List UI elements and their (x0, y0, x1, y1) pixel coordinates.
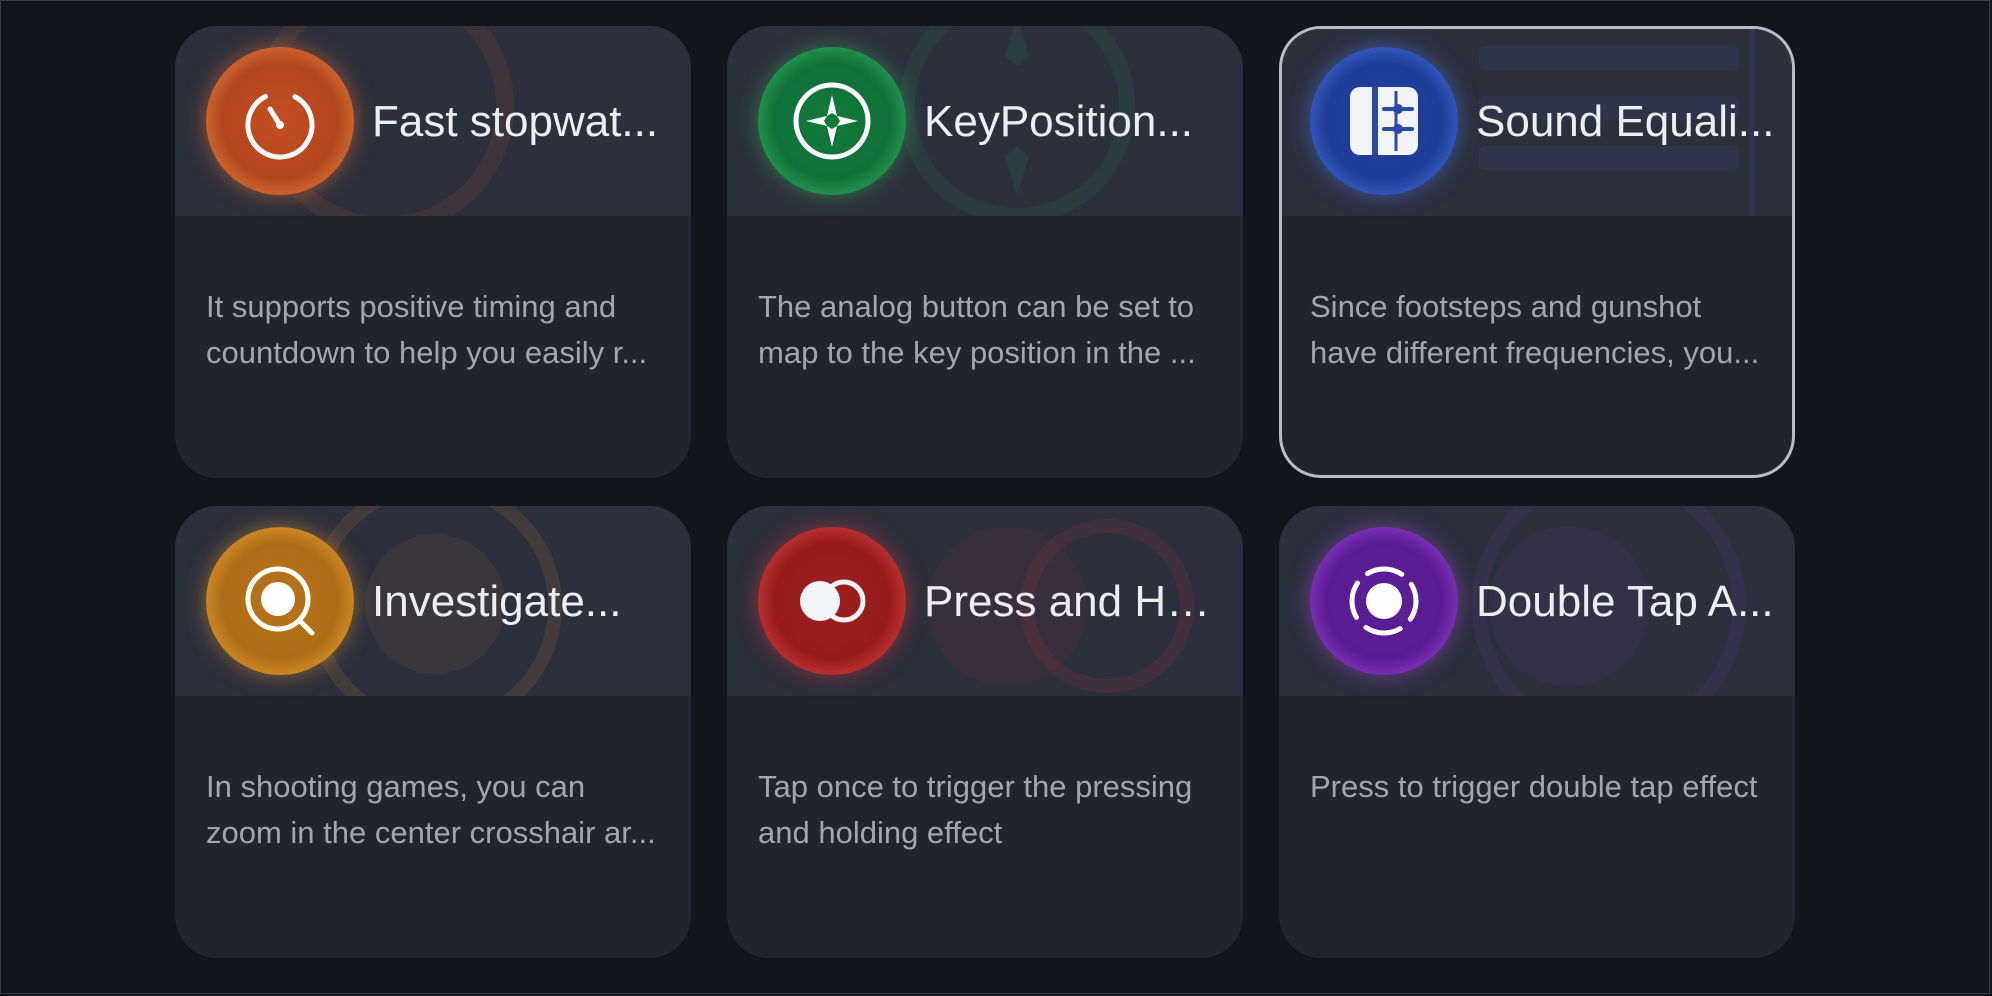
tool-card-fast-stopwatch[interactable]: Fast stopwat... It supports positive tim… (175, 26, 691, 478)
tool-card-key-position[interactable]: KeyPosition... The analog button can be … (727, 26, 1243, 478)
card-description: Press to trigger double tap effect (1310, 769, 1758, 804)
card-description: Tap once to trigger the pressing and hol… (758, 769, 1193, 850)
press-hold-icon (758, 527, 906, 675)
card-title: Investigate... (372, 577, 622, 626)
double-tap-icon (1310, 527, 1458, 675)
joystick-icon (758, 47, 906, 195)
card-title: Double Tap A... (1476, 577, 1774, 626)
card-title: Sound Equali... (1476, 97, 1775, 146)
card-description: The analog button can be set to map to t… (758, 289, 1196, 370)
card-description: It supports positive timing and countdow… (206, 289, 648, 370)
tool-card-double-tap[interactable]: Double Tap A... Press to trigger double … (1279, 506, 1795, 958)
tool-card-sound-equalizer[interactable]: Sound Equali... Since footsteps and guns… (1279, 26, 1795, 478)
card-title: Press and Ho... (924, 577, 1224, 626)
equalizer-icon (1310, 47, 1458, 195)
tool-card-press-and-hold[interactable]: Press and Ho... Tap once to trigger the … (727, 506, 1243, 958)
tool-card-investigate[interactable]: Investigate... In shooting games, you ca… (175, 506, 691, 958)
card-description: Since footsteps and gunshot have differe… (1310, 289, 1760, 370)
card-title: KeyPosition... (924, 97, 1194, 146)
card-title: Fast stopwat... (372, 97, 659, 146)
tool-grid: Fast stopwat... It supports positive tim… (175, 26, 1795, 958)
stopwatch-icon (206, 47, 354, 195)
card-description: In shooting games, you can zoom in the c… (206, 769, 656, 850)
magnifier-icon (206, 527, 354, 675)
